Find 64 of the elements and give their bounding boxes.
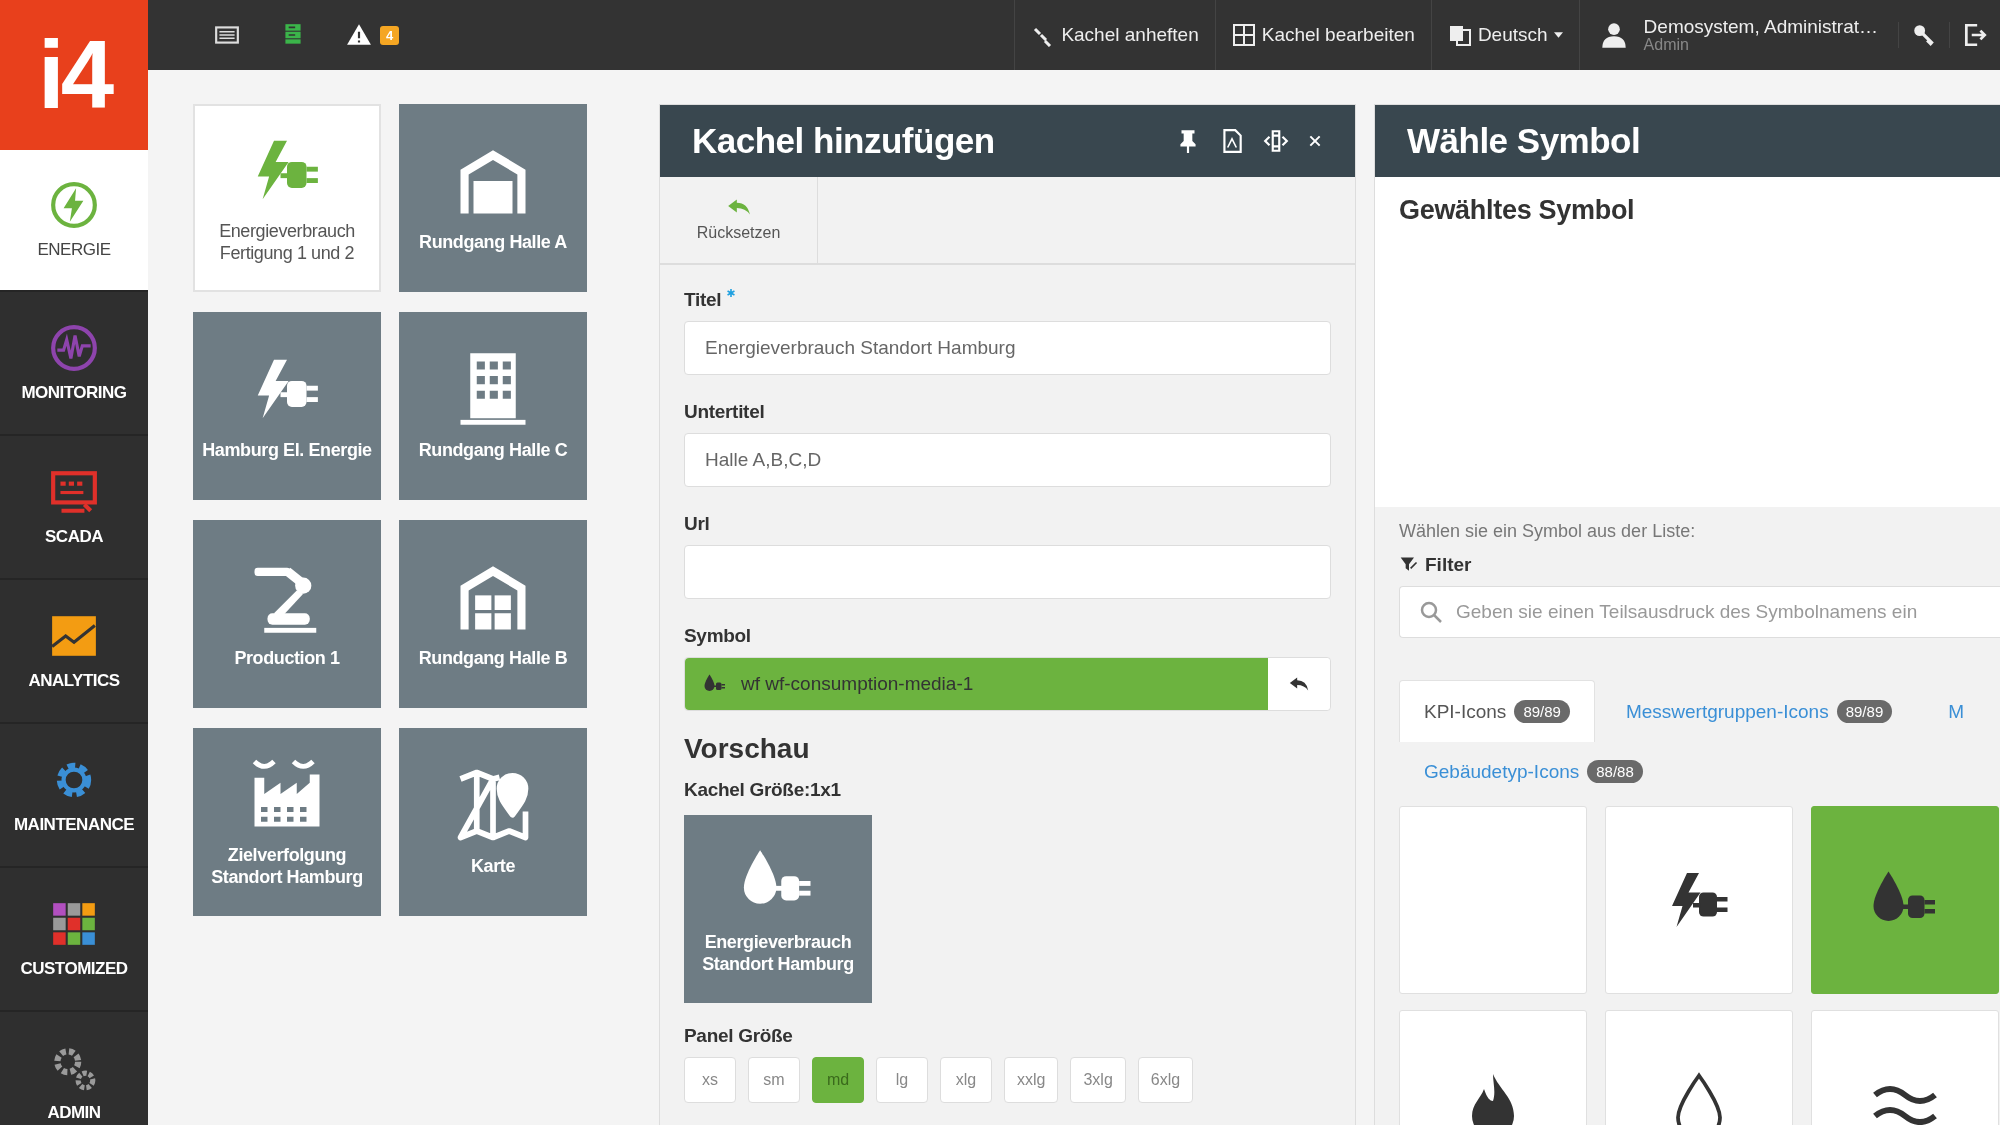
translate-icon (1447, 23, 1472, 47)
input-field[interactable]: Energieverbrauch Standort Hamburg (684, 321, 1331, 375)
toolbar-button[interactable]: Kachel bearbeiten (1214, 0, 1431, 70)
resize-icon[interactable] (1263, 128, 1289, 154)
input-field[interactable]: Halle A,B,C,D (684, 433, 1331, 487)
dashboard-tile[interactable]: Energieverbrauch Fertigung 1 und 2 (193, 104, 381, 292)
input-field[interactable] (684, 545, 1331, 599)
logo[interactable]: i4 (0, 0, 148, 150)
size-option[interactable]: sm (748, 1057, 800, 1103)
tab[interactable]: M (1923, 680, 1990, 742)
caret-icon (1553, 32, 1563, 38)
search-field[interactable]: Geben sie einen Teilsausdruck des Symbolnamens ein (1399, 586, 2000, 638)
tab[interactable]: Gebäudetyp-Icons 88/88 (1399, 746, 1668, 796)
panel-title: Kachel hinzufügen (692, 121, 995, 161)
section-heading: Gewähltes Symbol (1399, 195, 1635, 225)
dashboard-tile[interactable]: Zielverfolgung Standort Hamburg (193, 728, 381, 916)
tile-title: Production 1 (233, 648, 341, 670)
tile-size-label: Kachel Größe:1x1 (684, 779, 842, 801)
size-option[interactable]: xlg (940, 1057, 992, 1103)
size-option[interactable]: 3xlg (1070, 1057, 1126, 1103)
user-icon[interactable] (1599, 21, 1628, 49)
sidebar-item[interactable]: ENERGIE (0, 150, 148, 292)
grid-icon (1231, 23, 1256, 47)
close-icon[interactable] (1307, 133, 1323, 149)
required-icon (727, 289, 736, 297)
user-name[interactable]: Demosystem, Administrat… (1643, 16, 1878, 37)
count-badge: 89/89 (1836, 700, 1893, 723)
tile-title: Rundgang Halle B (417, 648, 569, 670)
tile-title: Energieverbrauch Standort Hamburg (701, 932, 855, 976)
tab[interactable]: KPI-Icons 89/89 (1399, 680, 1595, 742)
panel-title: Wähle Symbol (1407, 121, 1641, 161)
dashboard-tile[interactable]: Rundgang Halle B (399, 520, 587, 708)
tab[interactable]: Messwertgruppen-Icons 89/89 (1600, 680, 1918, 742)
toolbar-button[interactable]: Kachel anheften (1014, 0, 1215, 70)
dashboard-tile[interactable]: Rundgang Halle C (399, 312, 587, 500)
section-heading: Vorschau (684, 733, 811, 765)
tile-title: Rundgang Halle A (418, 232, 568, 254)
alert-count: 4 (380, 25, 400, 45)
hint-text: Wählen sie ein Symbol aus der Liste: (1399, 521, 1697, 542)
count-badge: 89/89 (1514, 700, 1570, 723)
tile-title: Karte (470, 856, 516, 878)
tile-title: Zielverfolgung Standort Hamburg (210, 845, 364, 889)
field-label: Titel (684, 289, 722, 311)
field-label: Url (684, 513, 710, 535)
field-label: Symbol (684, 625, 751, 647)
size-option[interactable]: xxlg (1004, 1057, 1059, 1103)
warning-icon[interactable] (346, 22, 372, 48)
count-badge: 88/88 (1587, 760, 1643, 783)
size-option[interactable]: 6xlg (1137, 1057, 1194, 1103)
field-label: Panel Größe (684, 1025, 794, 1047)
tile-title: Hamburg El. Energie (201, 440, 373, 462)
size-option[interactable]: lg (876, 1057, 928, 1103)
filter-label: Filter (1425, 554, 1472, 576)
field-label: Untertitel (684, 401, 765, 423)
user-role: Admin (1643, 36, 1689, 54)
tile-title: Energieverbrauch Fertigung 1 und 2 (218, 221, 356, 265)
size-option[interactable]: xs (684, 1057, 736, 1103)
dashboard-tile[interactable]: Hamburg El. Energie (193, 312, 381, 500)
dashboard-tile[interactable]: Karte (399, 728, 587, 916)
toolbar-button[interactable]: Deutsch (1430, 0, 1579, 70)
dashboard-tile[interactable]: Rundgang Halle A (399, 104, 587, 292)
tile-title: Rundgang Halle C (417, 440, 569, 462)
search-icon (1419, 600, 1443, 624)
dashboard-tile[interactable]: Production 1 (193, 520, 381, 708)
